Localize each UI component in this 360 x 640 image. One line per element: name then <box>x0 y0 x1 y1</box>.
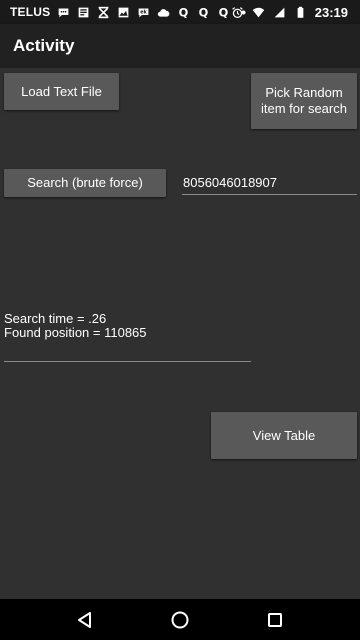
status-bar-left: TELUS ek Q Q Q <box>0 0 250 24</box>
news-icon <box>77 6 90 19</box>
main-content: Load Text File Pick Random item for sear… <box>0 68 360 599</box>
view-table-button[interactable]: View Table <box>211 412 357 459</box>
load-text-file-button[interactable]: Load Text File <box>4 73 119 110</box>
back-button[interactable] <box>65 599 105 640</box>
svg-text:Q: Q <box>219 6 229 19</box>
app-bar: Activity <box>0 24 360 68</box>
pick-random-item-button[interactable]: Pick Random item for search <box>251 73 357 129</box>
search-brute-force-button[interactable]: Search (brute force) <box>4 169 166 197</box>
search-input[interactable]: 8056046018907 <box>182 173 357 195</box>
q-icon: Q <box>177 6 190 19</box>
q-icon: Q <box>217 6 230 19</box>
found-position-text: Found position = 110865 <box>4 325 147 340</box>
clock: 23:19 <box>314 4 348 20</box>
x-icon <box>97 6 110 19</box>
result-divider <box>4 361 251 362</box>
signal-icon <box>273 6 286 19</box>
battery-icon <box>294 6 307 19</box>
search-time-text: Search time = .26 <box>4 311 107 326</box>
recents-icon <box>267 612 282 627</box>
search-results: Search time = .26 Found position = 11086… <box>4 312 147 340</box>
status-bar: TELUS ek Q Q Q 23:19 <box>0 0 360 24</box>
home-icon <box>171 611 189 628</box>
q-icon: Q <box>197 6 210 19</box>
image-icon <box>117 6 130 19</box>
svg-text:ek: ek <box>141 9 148 15</box>
cloud-icon <box>157 6 170 19</box>
wifi-icon <box>252 6 265 19</box>
svg-text:Q: Q <box>199 6 209 19</box>
status-bar-right: 23:19 <box>231 0 348 24</box>
alarm-icon <box>231 6 244 19</box>
carrier-label: TELUS <box>10 5 51 19</box>
page-title: Activity <box>13 36 75 55</box>
navigation-bar <box>0 599 360 640</box>
messenger-icon <box>57 6 70 19</box>
eks-icon: ek <box>137 6 150 19</box>
home-button[interactable] <box>160 599 200 640</box>
recents-button[interactable] <box>255 599 295 640</box>
back-icon <box>78 611 92 628</box>
svg-text:Q: Q <box>179 6 189 19</box>
